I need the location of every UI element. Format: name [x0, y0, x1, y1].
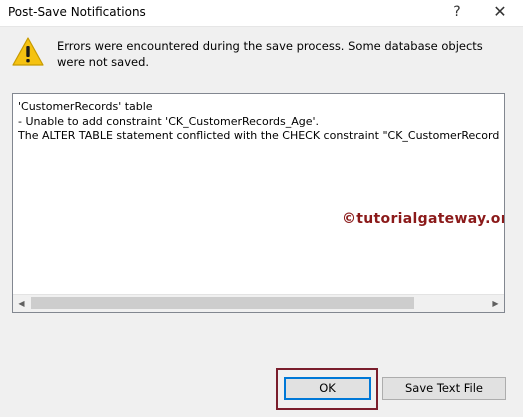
help-button[interactable]: ?: [437, 0, 477, 26]
window-title: Post-Save Notifications: [8, 5, 146, 19]
ok-button[interactable]: OK: [284, 377, 371, 400]
details-line: - Unable to add constraint 'CK_CustomerR…: [18, 114, 320, 128]
horizontal-scrollbar[interactable]: ◀ ▶: [13, 294, 504, 312]
warning-icon: [12, 37, 44, 66]
scroll-thumb[interactable]: [31, 297, 414, 309]
error-message: Errors were encountered during the save …: [57, 39, 483, 69]
details-text: 'CustomerRecords' table - Unable to add …: [18, 100, 500, 144]
details-textbox[interactable]: 'CustomerRecords' table - Unable to add …: [12, 93, 505, 313]
scroll-left-icon[interactable]: ◀: [13, 295, 30, 312]
save-text-file-button[interactable]: Save Text File: [382, 377, 506, 400]
scroll-right-icon[interactable]: ▶: [487, 295, 504, 312]
watermark: ©tutorialgateway.org: [342, 211, 505, 227]
title-bar: Post-Save Notifications ? ✕: [0, 0, 523, 27]
post-save-notifications-dialog: Post-Save Notifications ? ✕ Errors were …: [0, 0, 523, 417]
details-line: 'CustomerRecords' table: [18, 100, 153, 113]
close-button[interactable]: ✕: [480, 0, 520, 26]
details-line: The ALTER TABLE statement conflicted wit…: [18, 129, 500, 142]
